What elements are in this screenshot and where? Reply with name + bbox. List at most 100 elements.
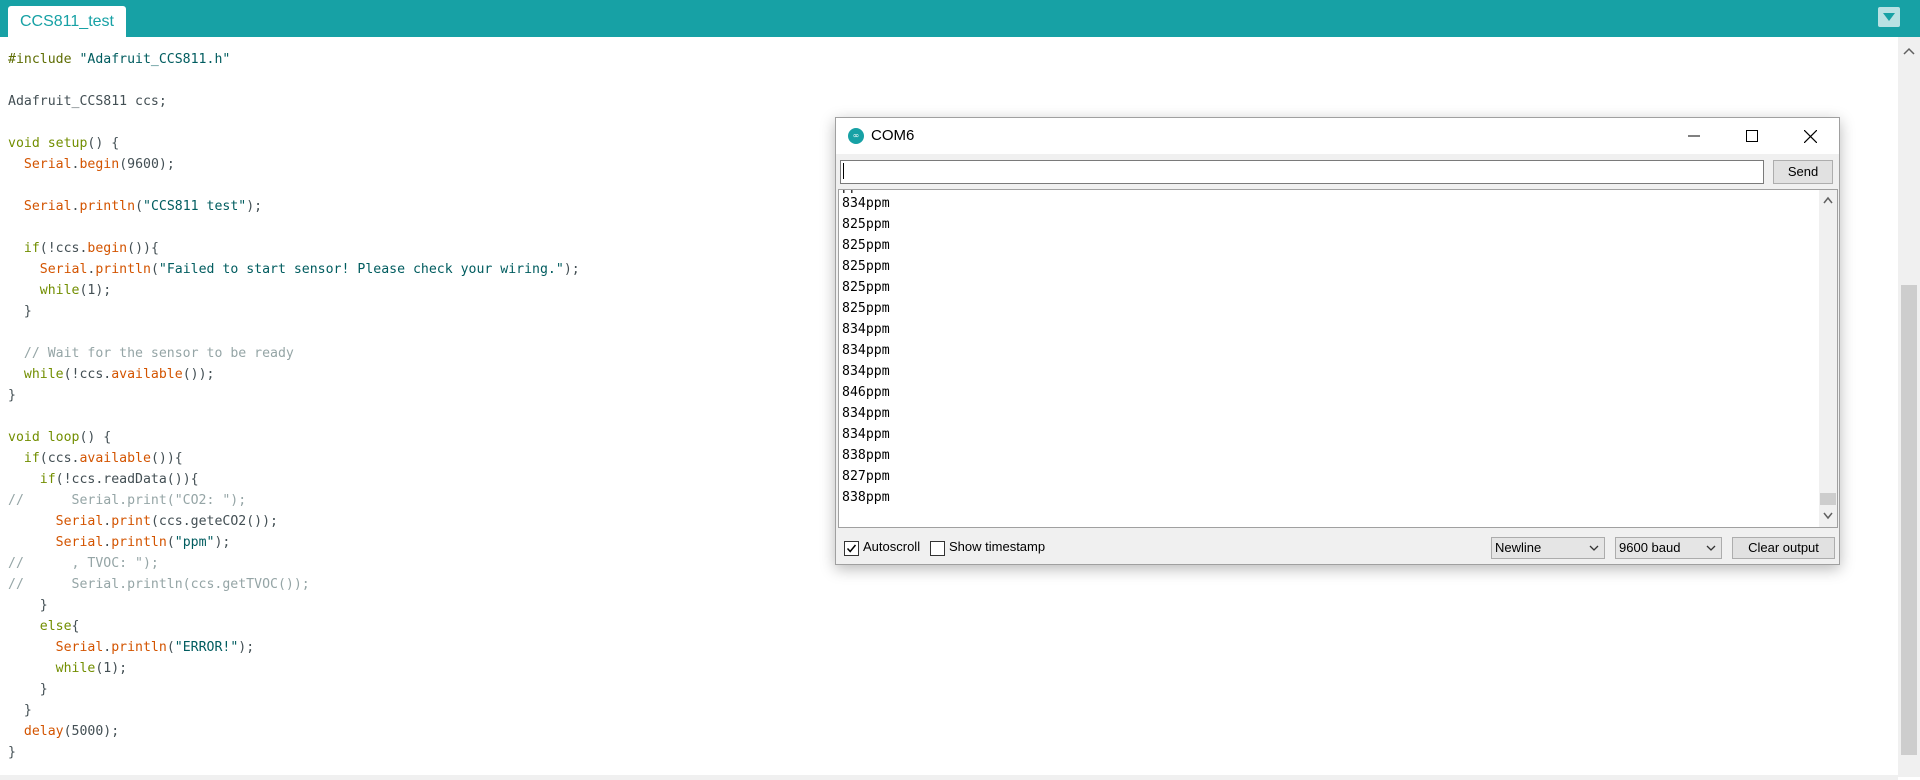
output-line: 825ppm [842, 259, 890, 274]
code-token: { [71, 619, 80, 634]
output-scrollbar[interactable] [1819, 190, 1837, 527]
code-line: if(ccs.available()){ [8, 448, 183, 469]
code-token: if [39, 472, 56, 487]
code-token: ()); [182, 367, 215, 382]
code-line: } [8, 679, 48, 700]
editor-vertical-scrollbar[interactable] [1898, 37, 1920, 777]
code-line: Adafruit_CCS811 ccs; [8, 91, 167, 112]
output-scrollbar-thumb[interactable] [1820, 493, 1836, 505]
code-token: (!ccs.readData()){ [55, 472, 199, 487]
window-title: COM6 [871, 127, 915, 144]
autoscroll-checkbox[interactable] [844, 541, 859, 556]
code-token: loop [47, 430, 80, 445]
serial-monitor-titlebar[interactable]: ∞ COM6 [836, 118, 1839, 154]
tab-ccs811-test[interactable]: CCS811_test [8, 6, 126, 37]
output-line: 838ppm [842, 448, 890, 463]
tab-menu-dropdown-icon[interactable] [1878, 7, 1900, 27]
show-timestamp-checkbox[interactable] [930, 541, 945, 556]
output-line: 834ppm [842, 364, 890, 379]
output-line: 825ppm [842, 301, 890, 316]
maximize-button[interactable] [1723, 118, 1781, 154]
code-token: ()){ [150, 451, 183, 466]
code-line: else{ [8, 616, 80, 637]
monitor-bottom-bar: Autoscroll Show timestamp Newline 9600 b… [836, 530, 1839, 564]
code-token: "CCS811 test" [143, 199, 247, 214]
code-line: void loop() { [8, 427, 111, 448]
autoscroll-label[interactable]: Autoscroll [863, 538, 920, 556]
code-token: "Failed to start sensor! Please check yo… [158, 262, 564, 277]
code-line: void setup() { [8, 133, 119, 154]
code-token: // Serial.println(ccs.getTVOC()); [8, 577, 310, 592]
maximize-icon [1746, 130, 1758, 142]
serial-output-area[interactable]: ppm 834ppm825ppm825ppm825ppm825ppm825ppm… [838, 189, 1838, 528]
code-token: (9600); [119, 157, 175, 172]
code-token: println [79, 199, 136, 214]
output-line: 825ppm [842, 217, 890, 232]
line-ending-select[interactable]: Newline [1491, 537, 1605, 559]
code-token: (!ccs. [63, 367, 112, 382]
code-line: } [8, 700, 32, 721]
output-line: 846ppm [842, 385, 890, 400]
code-token: Adafruit_CCS811 ccs; [8, 94, 167, 109]
scroll-up-icon[interactable] [1902, 45, 1916, 57]
code-token: } [8, 598, 48, 613]
output-line: 827ppm [842, 469, 890, 484]
code-token: void [8, 136, 40, 151]
code-token: Serial [23, 199, 72, 214]
code-token: } [8, 703, 32, 718]
scroll-down-icon[interactable] [1823, 512, 1833, 520]
code-line: while(!ccs.available()); [8, 364, 215, 385]
code-token: } [8, 745, 16, 760]
baud-rate-select[interactable]: 9600 baud [1615, 537, 1722, 559]
clear-output-button[interactable]: Clear output [1732, 537, 1835, 559]
code-token: } [8, 304, 32, 319]
code-line: } [8, 301, 32, 322]
chevron-down-icon [1589, 545, 1599, 551]
output-line: 825ppm [842, 280, 890, 295]
code-line: if(!ccs.readData()){ [8, 469, 199, 490]
code-line: #include "Adafruit_CCS811.h" [8, 49, 230, 70]
code-line: // Wait for the sensor to be ready [8, 343, 294, 364]
code-token: begin [79, 157, 120, 172]
minimize-button[interactable] [1665, 118, 1723, 154]
output-line: 825ppm [842, 238, 890, 253]
output-line: 834ppm [842, 196, 890, 211]
send-button[interactable]: Send [1773, 160, 1833, 184]
code-line: } [8, 742, 16, 763]
code-token: Serial [23, 157, 72, 172]
code-token: ( [166, 640, 175, 655]
arduino-logo-icon: ∞ [848, 128, 864, 144]
editor-horizontal-scrollbar[interactable] [0, 775, 1898, 780]
code-line: while(1); [8, 280, 111, 301]
code-line: while(1); [8, 658, 127, 679]
output-line: 834ppm [842, 406, 890, 421]
code-token: begin [87, 241, 128, 256]
show-timestamp-label[interactable]: Show timestamp [949, 538, 1045, 556]
code-token: ( [166, 535, 175, 550]
code-token: (1); [79, 283, 112, 298]
code-line: // Serial.println(ccs.getTVOC()); [8, 574, 310, 595]
serial-send-input[interactable] [840, 160, 1764, 184]
baud-rate-value: 9600 baud [1619, 540, 1681, 555]
close-button[interactable] [1781, 118, 1839, 154]
code-token: } [8, 388, 16, 403]
code-token: ( [135, 199, 144, 214]
editor-scrollbar-thumb[interactable] [1901, 285, 1917, 755]
code-token: #include [8, 52, 80, 67]
line-ending-value: Newline [1495, 540, 1542, 555]
code-token: available [79, 451, 151, 466]
code-token: // Wait for the sensor to be ready [23, 346, 294, 361]
code-token: (ccs. [39, 451, 80, 466]
code-token: (!ccs. [39, 241, 88, 256]
scroll-up-icon[interactable] [1823, 196, 1833, 204]
code-token: delay [23, 724, 64, 739]
